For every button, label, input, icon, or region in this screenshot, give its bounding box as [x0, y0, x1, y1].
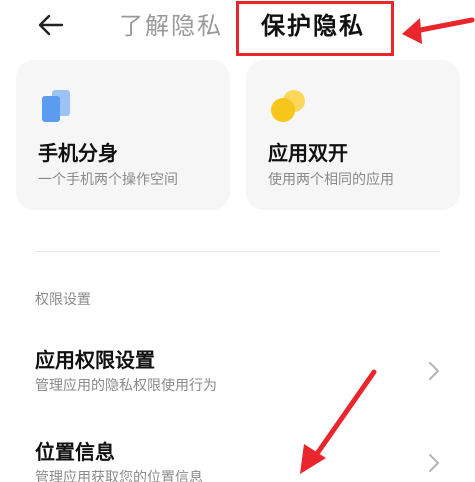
- annotation-highlight-box: [236, 1, 394, 56]
- list-item-title: 应用权限设置: [35, 348, 155, 372]
- list-item-title: 位置信息: [35, 440, 115, 464]
- card-title: 应用双开: [268, 141, 348, 165]
- chevron-right-icon: [429, 454, 439, 472]
- card-title: 手机分身: [38, 141, 118, 165]
- divider: [35, 251, 440, 252]
- list-item-location[interactable]: 位置信息 管理应用获取您的位置信息: [0, 430, 475, 482]
- chevron-right-icon: [429, 362, 439, 380]
- list-item-app-permissions[interactable]: 应用权限设置 管理应用的隐私权限使用行为: [0, 338, 475, 410]
- list-item-subtitle: 管理应用获取您的位置信息: [35, 470, 203, 482]
- annotation-arrow-top: [402, 17, 475, 44]
- card-phone-clone[interactable]: 手机分身 一个手机两个操作空间: [16, 60, 230, 210]
- card-subtitle: 使用两个相同的应用: [268, 172, 394, 188]
- back-button[interactable]: [34, 8, 68, 42]
- tab-understand-privacy[interactable]: 了解隐私: [119, 10, 223, 42]
- twin-circles-icon: [271, 90, 305, 122]
- privacy-settings-screen: 了解隐私 保护隐私 手机分身 一个手机两个操作空间 应用双开 使用两个相同的应用…: [0, 0, 475, 482]
- card-dual-apps[interactable]: 应用双开 使用两个相同的应用: [246, 60, 460, 210]
- card-subtitle: 一个手机两个操作空间: [38, 172, 178, 188]
- list-item-subtitle: 管理应用的隐私权限使用行为: [35, 378, 217, 394]
- section-label: 权限设置: [35, 292, 91, 308]
- arrow-left-icon: [38, 14, 64, 36]
- stacked-squares-icon: [42, 90, 70, 122]
